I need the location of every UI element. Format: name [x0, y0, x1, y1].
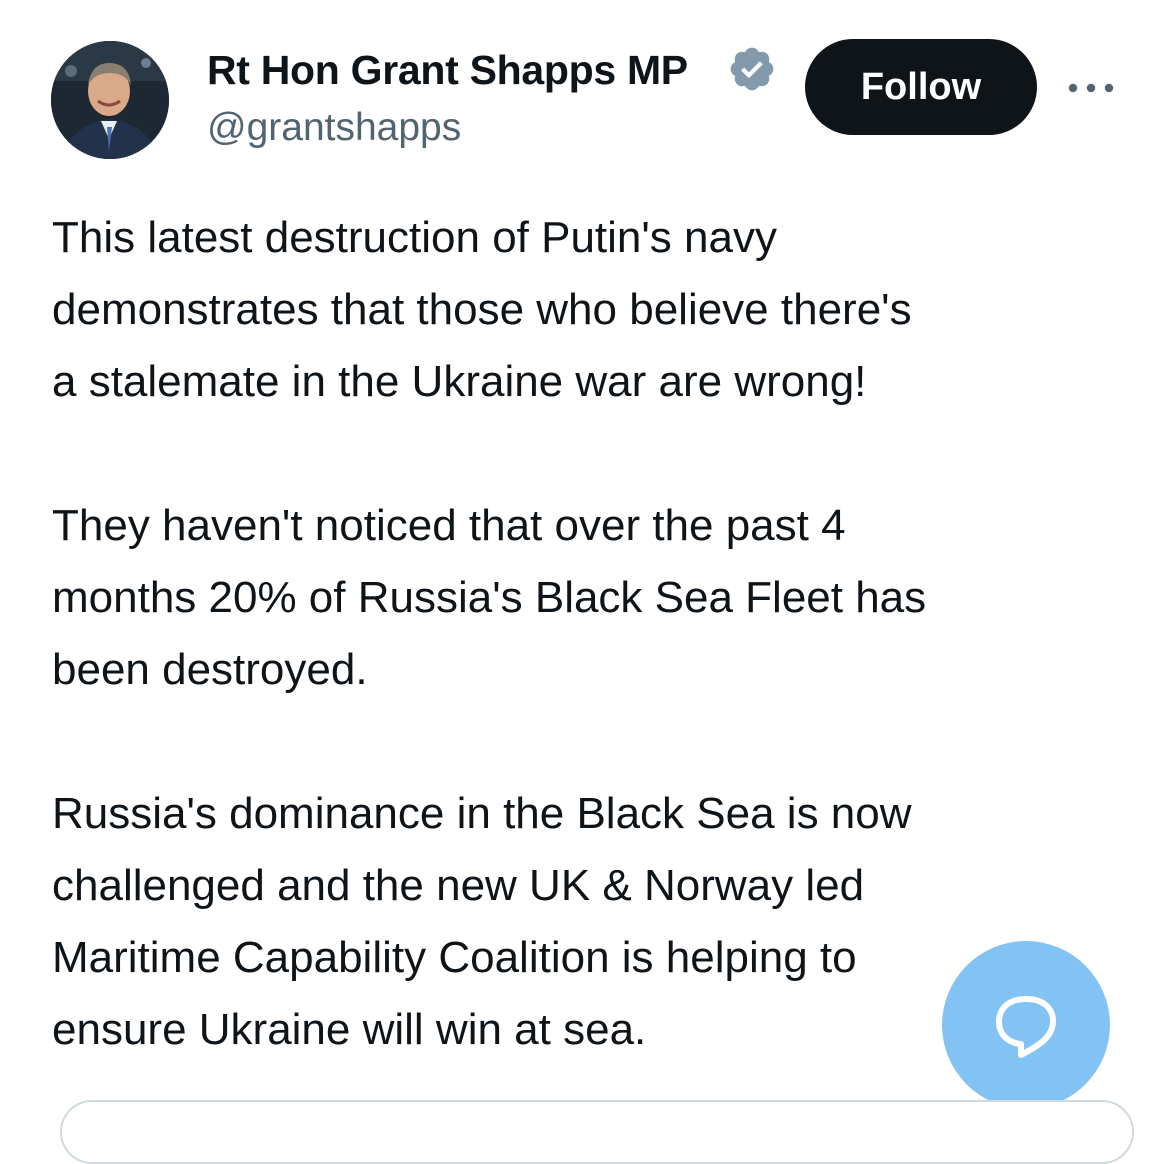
verified-badge-icon	[730, 47, 774, 91]
tweet-paragraph: This latest destruction of Putin's navy …	[52, 213, 912, 406]
ellipsis-icon[interactable]	[1063, 70, 1119, 106]
tweet-paragraph: They haven't noticed that over the past …	[52, 501, 927, 694]
follow-button[interactable]: Follow	[805, 39, 1037, 135]
author-display-name[interactable]: Rt Hon Grant Shapps MP	[207, 44, 720, 96]
compose-reply-button[interactable]	[942, 941, 1110, 1109]
reply-bubble-icon	[996, 996, 1056, 1058]
author-handle[interactable]: @grantshapps	[207, 102, 461, 154]
author-name-row: Rt Hon Grant Shapps MP	[207, 40, 797, 96]
author-avatar[interactable]	[51, 41, 169, 159]
profile-photo	[51, 41, 169, 159]
reply-input-box[interactable]	[60, 1100, 1134, 1164]
tweet-text: This latest destruction of Putin's navy …	[52, 202, 1112, 1066]
